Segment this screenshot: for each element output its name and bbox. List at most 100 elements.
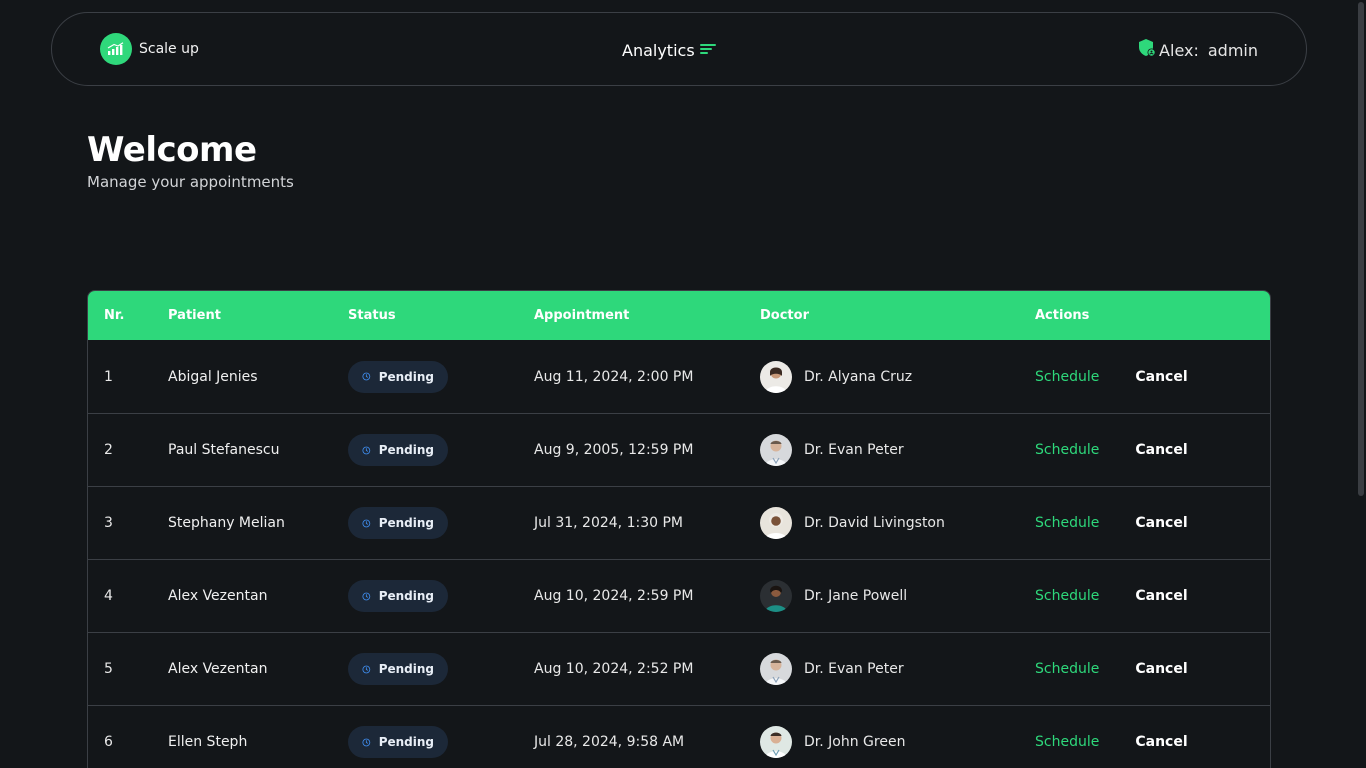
status-cell: Pending (348, 487, 448, 559)
schedule-button[interactable]: Schedule (1035, 734, 1099, 750)
schedule-button[interactable]: Schedule (1035, 442, 1099, 458)
row-number: 4 (104, 588, 113, 604)
table-row: 5 Alex Vezentan Pending Aug 10, 2024, 2:… (88, 632, 1270, 705)
analytics-menu[interactable]: Analytics (622, 39, 717, 61)
schedule-button[interactable]: Schedule (1035, 588, 1099, 604)
actions-cell: Schedule Cancel (1035, 414, 1188, 486)
status-label: Pending (378, 516, 434, 530)
row-number: 1 (104, 368, 113, 385)
cancel-button[interactable]: Cancel (1135, 661, 1187, 677)
status-badge: Pending (348, 507, 448, 539)
scrollbar-thumb[interactable] (1358, 2, 1364, 496)
patient-name: Stephany Melian (168, 515, 285, 531)
table-body: 1 Abigal Jenies Pending Aug 11, 2024, 2:… (88, 340, 1270, 768)
clock-icon (362, 592, 371, 600)
status-cell: Pending (348, 414, 448, 486)
row-number: 5 (104, 661, 113, 677)
row-number: 2 (104, 442, 113, 458)
clock-icon (362, 738, 371, 746)
cancel-button[interactable]: Cancel (1135, 588, 1187, 604)
status-label: Pending (378, 662, 434, 676)
user-role: admin (1207, 40, 1258, 60)
doctor-cell: Dr. John Green (760, 706, 905, 768)
actions-cell: Schedule Cancel (1035, 487, 1188, 559)
appointments-table: Nr. Patient Status Appointment Doctor Ac… (87, 290, 1271, 768)
table-row: 1 Abigal Jenies Pending Aug 11, 2024, 2:… (88, 340, 1270, 413)
bar-chart-logo-icon (100, 33, 132, 65)
status-badge: Pending (348, 580, 448, 612)
schedule-button[interactable]: Schedule (1035, 515, 1099, 531)
actions-cell: Schedule Cancel (1035, 340, 1188, 413)
brand-name: Scale up (139, 41, 199, 57)
user-name: Alex: (1159, 40, 1199, 60)
column-header-actions: Actions (1035, 308, 1090, 323)
schedule-button[interactable]: Schedule (1035, 369, 1099, 385)
doctor-avatar (760, 434, 792, 466)
cancel-button[interactable]: Cancel (1135, 515, 1187, 531)
status-label: Pending (378, 369, 434, 384)
appointment-datetime: Jul 28, 2024, 9:58 AM (534, 734, 685, 750)
table-row: 4 Alex Vezentan Pending Aug 10, 2024, 2:… (88, 559, 1270, 632)
doctor-avatar (760, 653, 792, 685)
status-cell: Pending (348, 633, 448, 705)
brand[interactable]: Scale up (100, 33, 199, 65)
doctor-avatar (760, 726, 792, 758)
row-number: 6 (104, 734, 113, 750)
doctor-avatar (760, 360, 792, 393)
patient-name: Abigal Jenies (168, 368, 258, 385)
doctor-name: Dr. Evan Peter (804, 661, 904, 677)
clock-icon (362, 446, 371, 454)
actions-cell: Schedule Cancel (1035, 706, 1188, 768)
doctor-cell: Dr. Alyana Cruz (760, 340, 912, 413)
doctor-cell: Dr. Jane Powell (760, 560, 907, 632)
status-badge: Pending (348, 726, 448, 758)
status-label: Pending (378, 589, 434, 603)
menu-lines-icon (699, 41, 717, 60)
row-number: 3 (104, 515, 113, 531)
status-cell: Pending (348, 706, 448, 768)
column-header-patient: Patient (168, 308, 221, 323)
patient-name: Alex Vezentan (168, 588, 268, 604)
page-title: Welcome (87, 130, 257, 170)
table-row: 6 Ellen Steph Pending Jul 28, 2024, 9:58… (88, 705, 1270, 768)
cancel-button[interactable]: Cancel (1135, 369, 1187, 385)
doctor-name: Dr. Evan Peter (804, 442, 904, 458)
doctor-avatar (760, 580, 792, 612)
table-row: 3 Stephany Melian Pending Jul 31, 2024, … (88, 486, 1270, 559)
status-label: Pending (378, 443, 434, 457)
doctor-cell: Dr. Evan Peter (760, 633, 904, 705)
doctor-name: Dr. Alyana Cruz (804, 368, 913, 385)
actions-cell: Schedule Cancel (1035, 560, 1188, 632)
doctor-name: Dr. John Green (804, 734, 906, 750)
clock-icon (362, 519, 371, 527)
clock-icon (362, 665, 371, 673)
shield-user-icon (1137, 38, 1157, 62)
actions-cell: Schedule Cancel (1035, 633, 1188, 705)
clock-icon (362, 372, 371, 381)
status-cell: Pending (348, 560, 448, 632)
column-header-nr: Nr. (104, 308, 125, 323)
table-header: Nr. Patient Status Appointment Doctor Ac… (88, 291, 1270, 340)
appointment-datetime: Jul 31, 2024, 1:30 PM (534, 515, 683, 531)
schedule-button[interactable]: Schedule (1035, 661, 1099, 677)
cancel-button[interactable]: Cancel (1135, 734, 1187, 750)
patient-name: Paul Stefanescu (168, 442, 280, 458)
status-badge: Pending (348, 434, 448, 466)
cancel-button[interactable]: Cancel (1135, 442, 1187, 458)
status-label: Pending (378, 735, 434, 749)
doctor-cell: Dr. Evan Peter (760, 414, 904, 486)
doctor-cell: Dr. David Livingston (760, 487, 945, 559)
appointment-datetime: Aug 9, 2005, 12:59 PM (534, 442, 694, 458)
column-header-doctor: Doctor (760, 308, 809, 323)
status-badge: Pending (348, 653, 448, 685)
doctor-name: Dr. Jane Powell (804, 588, 908, 604)
user-menu[interactable]: Alex: admin (1137, 39, 1258, 61)
top-navbar: Scale up Analytics Alex: admin (51, 12, 1307, 86)
doctor-name: Dr. David Livingston (804, 515, 945, 531)
doctor-avatar (760, 507, 792, 539)
appointment-datetime: Aug 10, 2024, 2:59 PM (534, 588, 694, 604)
appointment-datetime: Aug 11, 2024, 2:00 PM (534, 368, 694, 385)
table-row: 2 Paul Stefanescu Pending Aug 9, 2005, 1… (88, 413, 1270, 486)
status-badge: Pending (348, 360, 448, 393)
page-scrollbar[interactable] (1356, 0, 1366, 768)
